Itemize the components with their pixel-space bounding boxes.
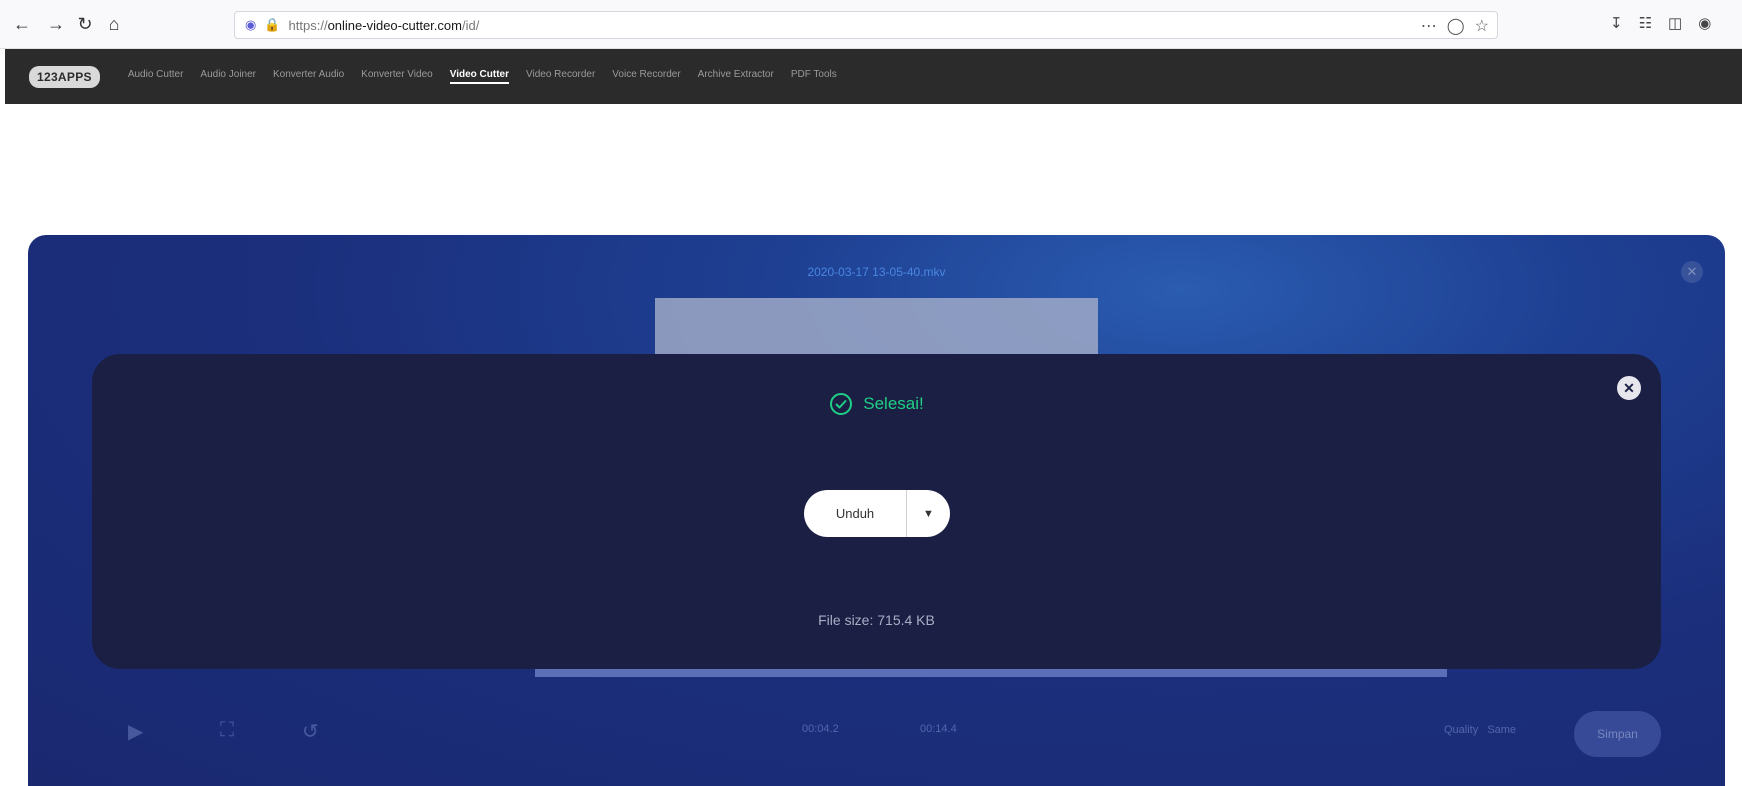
site-nav: 123APPS Audio Cutter Audio Joiner Konver…	[5, 49, 1742, 104]
back-icon[interactable]: ←	[10, 12, 34, 36]
nav-item-pdf-tools[interactable]: PDF Tools	[791, 69, 837, 84]
nav-item-video-cutter[interactable]: Video Cutter	[449, 69, 509, 84]
save-button[interactable]: Simpan	[1574, 711, 1661, 757]
nav-item-konverter-audio[interactable]: Konverter Audio	[273, 69, 344, 84]
site-logo[interactable]: 123APPS	[29, 65, 100, 88]
nav-item-archive-extractor[interactable]: Archive Extractor	[698, 69, 774, 84]
url-domain: online-video-cutter.com	[327, 17, 462, 33]
nav-item-audio-joiner[interactable]: Audio Joiner	[200, 69, 256, 84]
editor-close-icon[interactable]: ✕	[1681, 261, 1703, 283]
bookmark-star-icon[interactable]: ☆	[1475, 16, 1489, 36]
url-prefix: https://	[288, 17, 328, 33]
url-bar[interactable]: ◉ 🔒 https://online-video-cutter.com/id/ …	[234, 11, 1498, 39]
page-actions-icon[interactable]: ⋯	[1421, 16, 1437, 36]
download-button-group: Unduh ▼	[804, 490, 950, 537]
start-time[interactable]: 00:04.2	[802, 723, 839, 735]
reload-icon[interactable]: ↻	[73, 12, 97, 36]
file-size: File size: 715.4 KB	[818, 612, 935, 628]
nav-items: Audio Cutter Audio Joiner Konverter Audi…	[128, 69, 837, 84]
play-icon[interactable]: ▶	[128, 719, 143, 744]
status-row: Selesai!	[92, 392, 1661, 416]
quality-label: Quality	[1444, 724, 1479, 736]
browser-toolbar: ← → ↻ ⌂ ◉ 🔒 https://online-video-cutter.…	[0, 0, 1742, 49]
forward-icon[interactable]: →	[44, 12, 68, 36]
quality-selector[interactable]: Quality Same	[1444, 724, 1516, 736]
download-button[interactable]: Unduh	[804, 506, 906, 521]
lock-icon: 🔒	[264, 17, 281, 32]
completion-modal: ✕ Selesai! Unduh ▼ File size: 715.4 KB	[92, 354, 1661, 669]
home-icon[interactable]: ⌂	[102, 12, 126, 36]
editor-controls: ▶ ⛶ ↺ 00:04.2 00:14.4 Quality Same Simpa…	[28, 705, 1725, 765]
nav-item-video-recorder[interactable]: Video Recorder	[526, 69, 595, 84]
crop-icon[interactable]: ⛶	[220, 719, 234, 742]
library-icon[interactable]: ☷	[1639, 14, 1652, 32]
video-preview	[655, 298, 1098, 358]
file-name: 2020-03-17 13-05-40.mkv	[807, 265, 946, 279]
rotate-icon[interactable]: ↺	[302, 719, 319, 744]
end-time[interactable]: 00:14.4	[920, 723, 957, 735]
nav-item-audio-cutter[interactable]: Audio Cutter	[128, 69, 184, 84]
nav-item-konverter-video[interactable]: Konverter Video	[361, 69, 433, 84]
url-path: /id/	[461, 17, 480, 33]
check-circle-icon	[830, 393, 853, 415]
status-text: Selesai!	[863, 394, 924, 413]
nav-item-voice-recorder[interactable]: Voice Recorder	[612, 69, 680, 84]
pocket-icon[interactable]: ◯	[1447, 16, 1465, 36]
download-dropdown-icon[interactable]: ▼	[907, 508, 950, 520]
sidebar-icon[interactable]: ◫	[1668, 14, 1682, 32]
quality-value: Same	[1487, 724, 1517, 736]
account-icon[interactable]: ◉	[1698, 14, 1711, 32]
shield-icon[interactable]: ◉	[245, 17, 256, 33]
downloads-icon[interactable]: ↧	[1610, 14, 1623, 32]
